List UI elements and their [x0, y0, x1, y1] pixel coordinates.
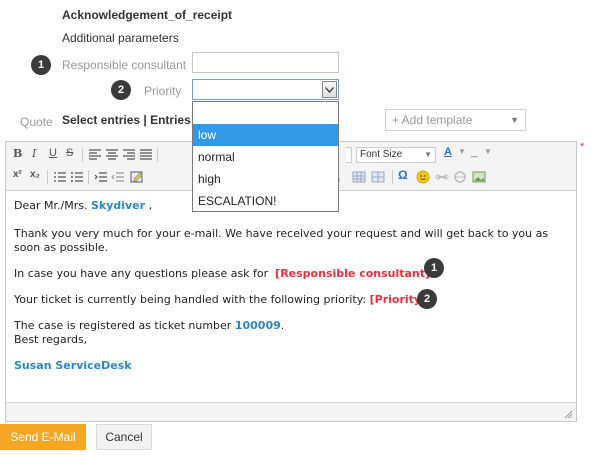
font-size-combo[interactable]: Font Size ▼: [356, 147, 436, 163]
outdent-icon[interactable]: [111, 170, 125, 184]
smiley-icon[interactable]: [416, 170, 430, 184]
priority-label: Priority: [144, 84, 182, 98]
link-icon[interactable]: [435, 170, 449, 184]
priority-option-low[interactable]: low: [193, 124, 338, 146]
ticket-number: 100009: [234, 319, 281, 332]
editor-statusbar: [6, 402, 576, 421]
callout-badge-2: 2: [417, 289, 437, 309]
placeholder-responsible-consultant: [Responsible consultant]: [275, 267, 431, 280]
chevron-down-icon[interactable]: [322, 81, 337, 98]
body-line-3: Your ticket is currently being handled w…: [14, 293, 427, 306]
required-marker: *: [580, 141, 585, 153]
quote-links: Select entries | Entries v: [62, 113, 201, 127]
priority-option-escalation[interactable]: ESCALATION!: [193, 190, 338, 212]
priority-option-empty[interactable]: [193, 102, 338, 124]
priority-dropdown-list: low normal high ESCALATION!: [192, 101, 339, 212]
edit-image-icon[interactable]: [130, 170, 144, 184]
section-title: Additional parameters: [62, 31, 179, 45]
priority-option-high[interactable]: high: [193, 168, 338, 190]
caret-down-icon[interactable]: ▼: [458, 147, 466, 156]
anchor-icon[interactable]: [453, 170, 467, 184]
indent-icon[interactable]: [94, 170, 108, 184]
font-size-label: Font Size: [360, 149, 403, 160]
responsible-consultant-label: Responsible consultant: [62, 58, 187, 72]
body-line-4: The case is registered as ticket number …: [14, 319, 285, 332]
background-color-icon[interactable]: _: [471, 146, 477, 158]
caret-down-icon: ▼: [510, 115, 519, 125]
image-icon[interactable]: [472, 170, 486, 184]
callout-badge-2: 2: [111, 80, 131, 100]
bullet-list-icon[interactable]: [70, 170, 84, 184]
subscript-icon[interactable]: x₂: [30, 169, 40, 180]
align-justify-icon[interactable]: [139, 148, 153, 162]
align-right-icon[interactable]: [122, 148, 136, 162]
cancel-button[interactable]: Cancel: [96, 424, 152, 450]
page-title: Acknowledgement_of_receipt: [62, 8, 233, 22]
underline-icon[interactable]: U: [49, 147, 57, 159]
callout-badge-1: 1: [424, 258, 444, 278]
align-left-icon[interactable]: [88, 148, 102, 162]
priority-option-normal[interactable]: normal: [193, 146, 338, 168]
numbered-list-icon[interactable]: [53, 170, 67, 184]
signature: Susan ServiceDesk: [14, 359, 132, 372]
italic-icon[interactable]: I: [32, 147, 36, 160]
body-line-1: Thank you very much for your e-mail. We …: [14, 227, 549, 254]
select-entries-link[interactable]: Select entries: [62, 113, 140, 127]
body-line-2: In case you have any questions please as…: [14, 267, 431, 280]
email-body[interactable]: Dear Mr./Mrs. Skydiver , Thank you very …: [14, 199, 569, 373]
align-center-icon[interactable]: [105, 148, 119, 162]
special-char-icon[interactable]: Ω: [398, 168, 408, 182]
font-family-combo-edge[interactable]: [346, 147, 352, 163]
responsible-consultant-input[interactable]: [192, 52, 339, 73]
priority-select[interactable]: [192, 79, 339, 100]
customer-name: Skydiver: [90, 199, 146, 212]
callout-badge-1: 1: [31, 55, 51, 75]
quote-label: Quote: [20, 115, 53, 129]
bold-icon[interactable]: B: [13, 147, 22, 160]
add-template-select[interactable]: + Add template ▼: [385, 109, 526, 131]
table-icon[interactable]: [352, 170, 366, 184]
table-cells-icon[interactable]: [371, 170, 385, 184]
text-color-icon[interactable]: A: [444, 146, 452, 158]
quote-divider: |: [143, 113, 147, 127]
send-email-button[interactable]: Send E-Mail: [0, 424, 86, 450]
caret-down-icon: ▼: [424, 150, 432, 159]
strikethrough-icon[interactable]: S: [66, 147, 73, 159]
superscript-icon[interactable]: x²: [13, 169, 22, 180]
caret-down-icon[interactable]: ▼: [484, 147, 492, 156]
resize-grip-icon[interactable]: [563, 409, 573, 419]
add-template-label: + Add template: [392, 113, 473, 127]
closing-line: Best regards,: [14, 333, 88, 346]
